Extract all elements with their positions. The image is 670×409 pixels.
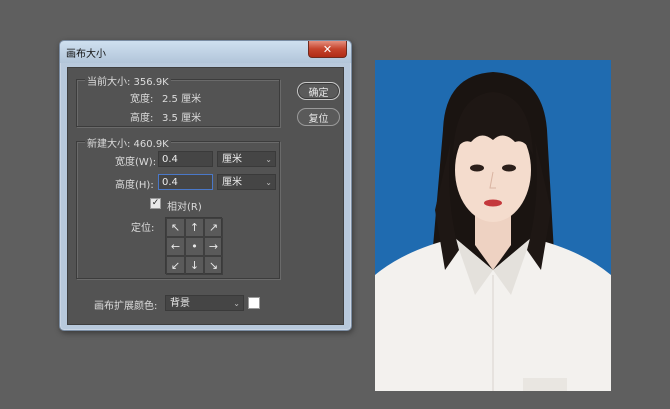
current-width-value: 2.5 厘米 [162,94,202,105]
anchor-right[interactable]: → [204,237,223,256]
anchor-bottom[interactable]: ↓ [185,256,204,275]
extension-color-select[interactable]: 背景 ⌄ [165,295,244,311]
current-size-title: 当前大小: 356.9K [85,73,171,88]
anchor-center[interactable]: • [185,237,204,256]
width-unit-value: 厘米 [222,154,242,165]
dialog-titlebar[interactable]: 画布大小 ✕ [60,41,351,63]
anchor-bottom-left[interactable]: ↙ [166,256,185,275]
extension-color-label: 画布扩展颜色: [94,301,158,312]
anchor-left[interactable]: ← [166,237,185,256]
extension-color-swatch[interactable] [248,297,260,309]
dialog-title: 画布大小 [66,49,106,60]
canvas-size-dialog: 画布大小 ✕ 当前大小: 356.9K 宽度: 2.5 厘米 高度: 3.5 厘… [59,40,352,331]
chevron-down-icon: ⌄ [233,299,240,308]
new-width-label: 宽度(W): [115,157,157,168]
anchor-grid: ↖ ↑ ↗ ← • → ↙ ↓ ↘ [165,217,223,275]
chevron-down-icon: ⌄ [265,178,272,187]
anchor-bottom-right[interactable]: ↘ [204,256,223,275]
height-unit-value: 厘米 [222,177,242,188]
height-unit-select[interactable]: 厘米 ⌄ [217,174,276,190]
relative-label[interactable]: 相对(R) [167,198,202,213]
close-button[interactable]: ✕ [308,41,347,58]
extension-color-value: 背景 [170,298,190,309]
height-input[interactable]: 0.4 [158,174,213,190]
current-width-label: 宽度: [130,94,154,105]
relative-checkbox[interactable]: ✓ [150,198,161,209]
portrait-image [375,60,611,391]
dialog-body: 当前大小: 356.9K 宽度: 2.5 厘米 高度: 3.5 厘米 新建大小:… [67,67,344,325]
new-height-label: 高度(H): [115,180,154,191]
current-height-label: 高度: [130,113,154,124]
anchor-label: 定位: [131,223,155,234]
chevron-down-icon: ⌄ [265,155,272,164]
reset-button[interactable]: 复位 [297,108,340,126]
portrait-photo [375,60,611,391]
anchor-top-left[interactable]: ↖ [166,218,185,237]
close-icon: ✕ [322,42,333,56]
current-height-value: 3.5 厘米 [162,113,202,124]
ok-button[interactable]: 确定 [297,82,340,100]
anchor-top-right[interactable]: ↗ [204,218,223,237]
new-size-title: 新建大小: 460.9K [85,135,171,150]
width-unit-select[interactable]: 厘米 ⌄ [217,151,276,167]
anchor-top[interactable]: ↑ [185,218,204,237]
width-input[interactable]: 0.4 [158,151,213,167]
